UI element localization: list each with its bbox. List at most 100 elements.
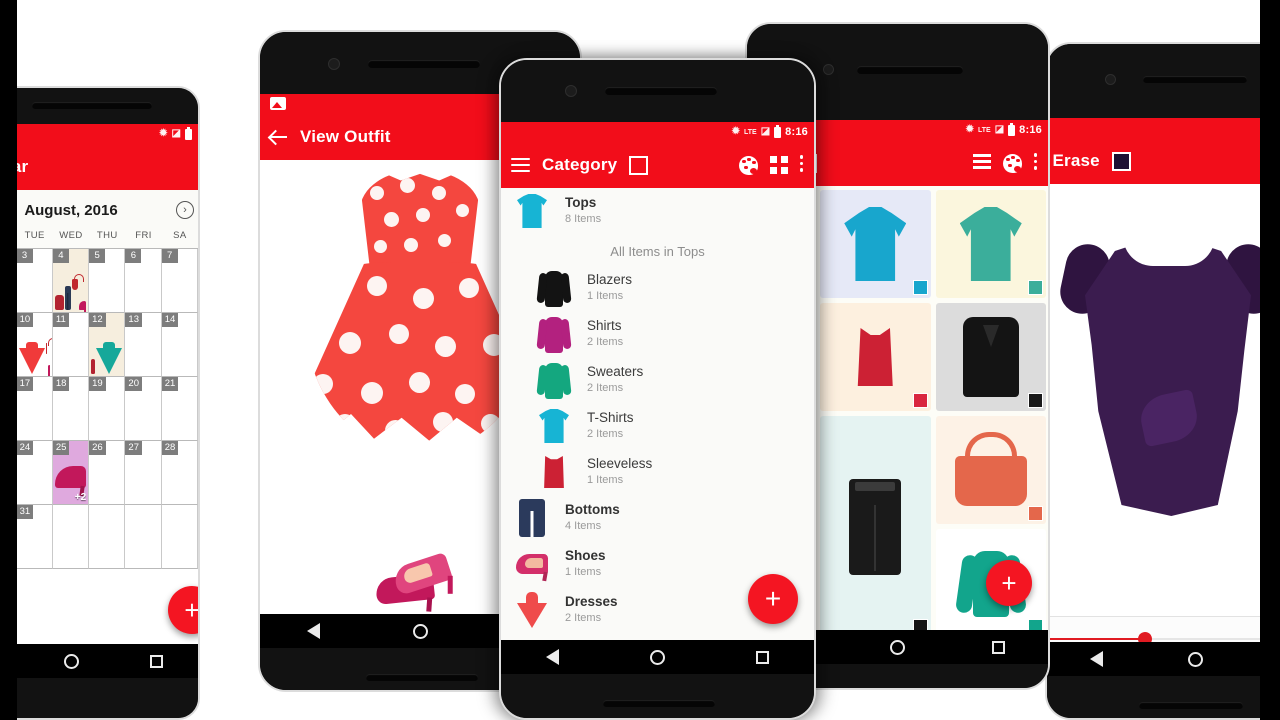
calendar-day-cell[interactable]: 20 [125,377,162,441]
category-list[interactable]: Tops 8 Items All Items in Tops Blazers 1… [501,188,814,640]
grid-item-blazer-black[interactable] [935,303,1046,411]
subcategory-name: Sleeveless [587,456,653,472]
grid-item-tee-teal[interactable] [935,190,1046,298]
calendar-day-cell[interactable]: 17 [16,377,53,441]
day-number: 11 [52,313,69,327]
calendar-day-cell[interactable]: 3 [16,249,53,313]
category-name: Dresses [565,594,618,610]
calendar-grid[interactable]: 1234567891011121314151617181920212223242… [0,248,198,569]
list-item-shirts[interactable]: Shirts 2 Items [501,311,814,357]
calendar-day-cell[interactable]: 11 [52,313,90,377]
calendar-day-cell[interactable] [125,505,162,569]
list-item-blazers[interactable]: Blazers 1 Items [501,265,814,311]
back-icon[interactable] [1089,651,1103,667]
list-item-tops[interactable]: Tops 8 Items [501,188,814,234]
list-item-tshirts[interactable]: T-Shirts 2 Items [501,403,814,449]
status-clock: 8:16 [785,126,808,138]
earpiece-speaker [857,66,963,74]
grid-item-tank-red[interactable] [820,303,931,411]
back-icon[interactable] [546,649,560,665]
network-type-label: LTE [744,128,757,136]
more-vertical-icon[interactable] [800,155,804,174]
front-camera-icon [823,64,834,75]
dress-red-icon [513,590,551,630]
calendar-day-cell[interactable]: 26 [89,441,126,505]
add-item-fab[interactable]: + [986,560,1032,606]
recents-icon[interactable] [755,650,769,664]
calendar-day-cell[interactable]: 10 [16,313,53,377]
day-number: 13 [125,313,142,327]
grid-item-tee-cyan[interactable] [820,190,931,298]
heel-pink-thumb [79,301,87,312]
calendar-day-cell[interactable]: 28 [161,441,198,505]
phone-calendar: ✹ ◪ Calendar ‹ August, 2016 › N MON TUE … [0,86,200,720]
home-icon[interactable] [889,639,905,655]
color-swatch [912,393,928,408]
calendar-day-cell[interactable]: 7 [161,249,198,313]
heel-pink-thumb [47,365,50,376]
home-icon[interactable] [1187,651,1203,667]
list-item-sweaters[interactable]: Sweaters 2 Items [501,357,814,403]
list-view-icon[interactable] [973,154,991,172]
android-navbar[interactable] [501,640,814,674]
calendar-day-cell[interactable]: 27 [125,441,162,505]
grid-item-pants-black[interactable] [820,416,931,630]
calendar-day-cell[interactable]: 18 [52,377,90,441]
phone-tap-erase: ◿ ✹ LTE ◪ p Erase [1045,42,1280,720]
calendar-month-header: ‹ August, 2016 › [0,190,198,230]
palette-icon[interactable] [1003,153,1022,173]
calendar-day-cell[interactable]: 6 [125,249,162,313]
heels-pink-pair[interactable] [372,538,468,608]
jeans-navy-icon [513,498,551,538]
calendar-appbar: Calendar [0,144,198,190]
subcategory-name: Sweaters [587,364,644,380]
calendar-day-cell[interactable]: 13 [125,313,162,377]
hamburger-icon[interactable] [511,158,530,172]
palette-icon[interactable] [739,155,758,175]
home-icon[interactable] [63,653,79,669]
calendar-day-cell[interactable]: 5 [89,249,126,313]
home-icon[interactable] [649,649,665,665]
calendar-day-cell[interactable] [89,505,126,569]
calendar-day-cell[interactable]: 24 [16,441,53,505]
calendar-day-cell[interactable]: 25 +2 [52,441,90,505]
next-month-button[interactable]: › [176,201,194,219]
calendar-day-cell[interactable]: 12 [89,313,126,377]
calendar-day-cell[interactable]: 31 [16,505,53,569]
calendar-day-cell[interactable]: 14 [161,313,198,377]
category-count: 4 Items [565,520,602,533]
category-appbar: Category [501,142,814,188]
slider-thumb[interactable] [1137,632,1152,642]
recents-icon[interactable] [991,640,1005,654]
recents-icon[interactable] [149,654,163,668]
calendar-day-cell[interactable]: 21 [161,377,198,441]
grid-view-icon[interactable] [770,156,788,174]
status-bar: ◿ ✹ LTE ◪ [1047,118,1280,138]
add-item-fab[interactable]: + [748,574,798,624]
add-outfit-fab[interactable]: + [168,586,198,634]
grid-item-bag-coral[interactable] [935,416,1046,524]
day-number: 6 [125,249,142,263]
calendar-day-cell[interactable]: 4 [52,249,90,313]
bottom-speaker [603,700,715,707]
erase-canvas[interactable] [1047,184,1280,616]
brush-size-slider[interactable] [1047,616,1280,642]
list-item-sleeveless[interactable]: Sleeveless 1 Items [501,449,814,495]
select-square-icon[interactable] [629,155,649,175]
subcategory-count: 2 Items [587,428,624,441]
category-name: Tops [565,195,597,211]
shirt-magenta-icon [535,314,573,354]
back-arrow-icon[interactable] [270,128,288,146]
android-navbar[interactable] [0,644,198,678]
back-icon[interactable] [306,623,320,639]
blouse-purple[interactable] [1056,226,1280,516]
list-item-bottoms[interactable]: Bottoms 4 Items [501,495,814,541]
color-swatch-icon[interactable] [1111,151,1131,171]
home-icon[interactable] [412,623,428,639]
calendar-day-cell[interactable] [161,505,198,569]
calendar-day-cell[interactable]: 19 [89,377,126,441]
calendar-day-cell[interactable] [52,505,90,569]
android-navbar[interactable] [1047,642,1280,676]
more-vertical-icon[interactable] [1034,153,1038,172]
network-type-label: LTE [978,126,991,134]
